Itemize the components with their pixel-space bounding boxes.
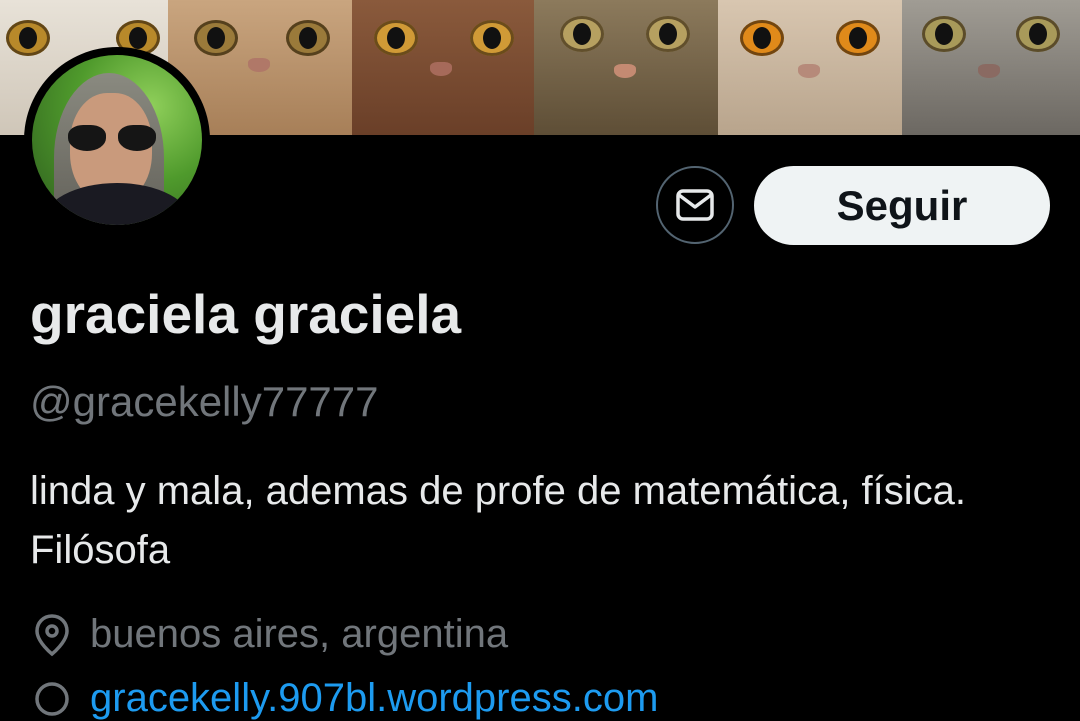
envelope-icon: [676, 189, 714, 221]
display-name: graciela graciela: [30, 283, 462, 345]
message-button[interactable]: [656, 166, 734, 244]
follow-button[interactable]: Seguir: [754, 166, 1050, 245]
banner-cat-5: [718, 0, 902, 135]
user-handle: @gracekelly77777: [30, 378, 379, 425]
follow-button-label: Seguir: [836, 181, 968, 229]
location-text: buenos aires, argentina: [90, 612, 509, 656]
profile-avatar[interactable]: [24, 47, 210, 233]
banner-cat-6: [902, 0, 1080, 135]
website-text[interactable]: gracekelly.907bl.wordpress.com: [90, 676, 658, 721]
profile-bio: linda y mala, ademas de profe de matemát…: [30, 469, 967, 572]
sunglasses-icon: [68, 125, 156, 151]
link-icon: [35, 681, 69, 716]
banner-cat-4: [534, 0, 718, 135]
profile-website-link[interactable]: gracekelly.907bl.wordpress.com: [32, 676, 658, 721]
profile-location: buenos aires, argentina: [32, 612, 508, 657]
avatar-photo: [32, 55, 202, 225]
banner-cat-3: [352, 0, 534, 135]
location-pin-icon: [35, 613, 69, 656]
